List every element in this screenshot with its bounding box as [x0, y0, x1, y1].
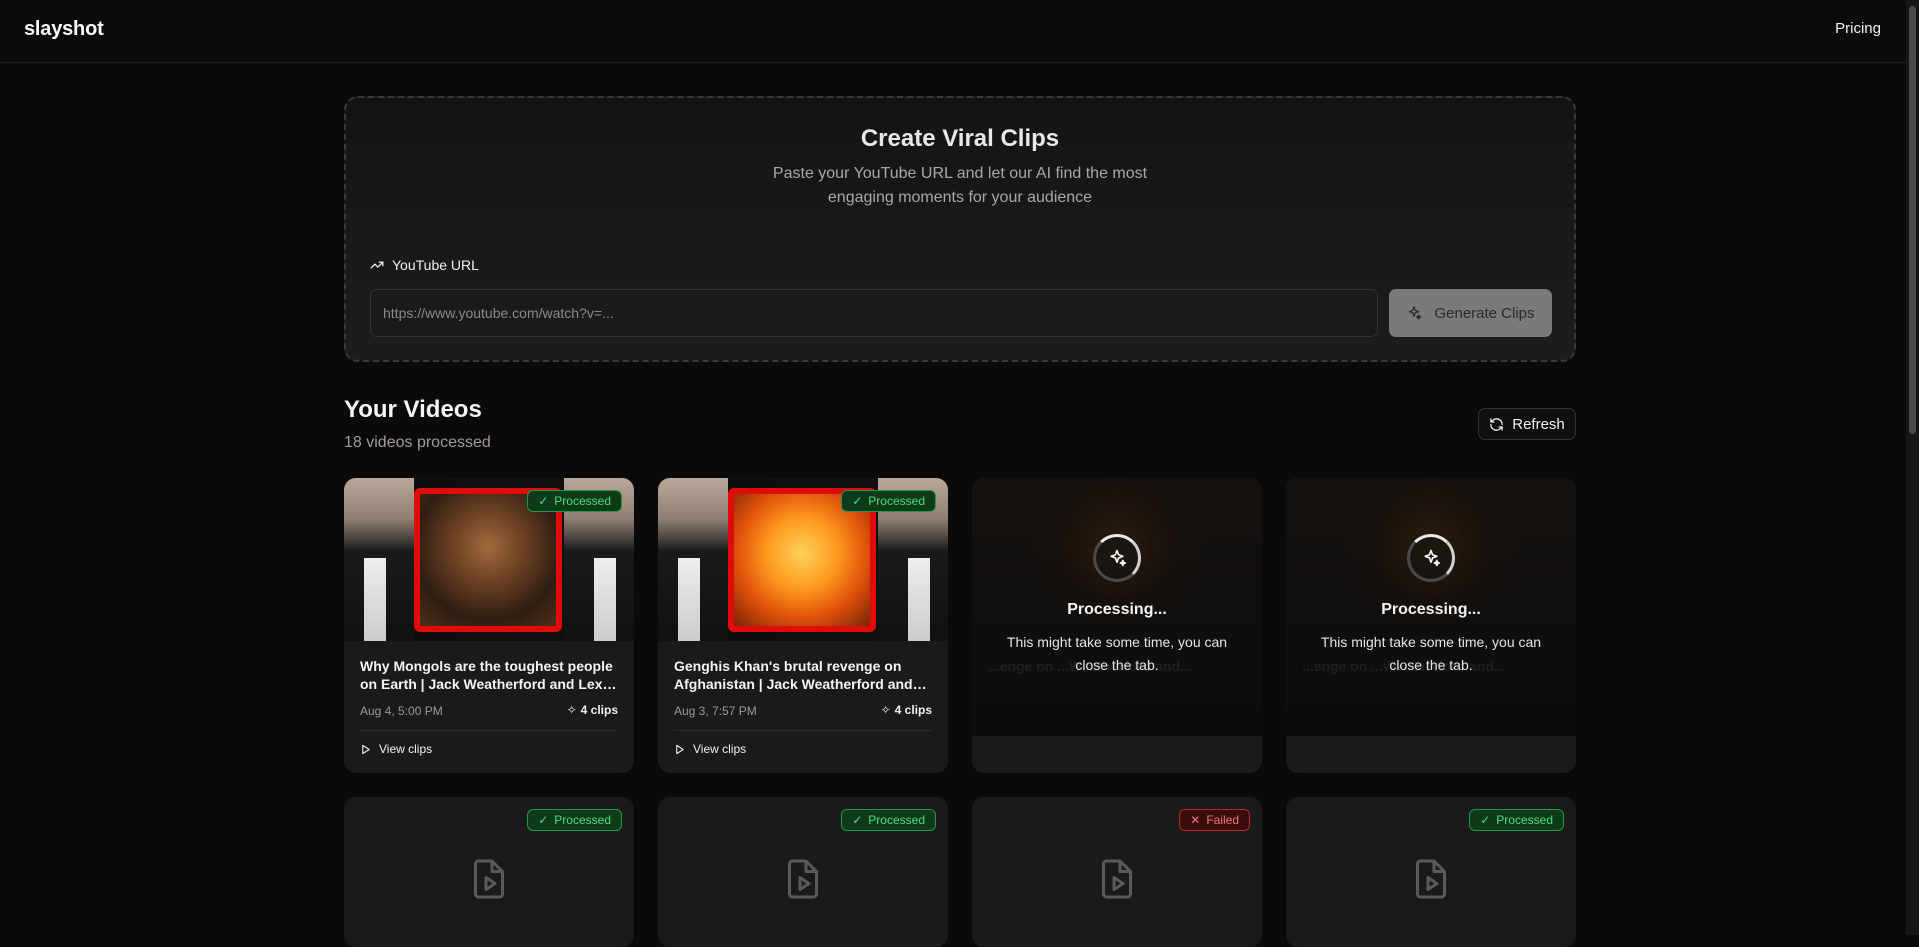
file-video-icon	[1102, 859, 1132, 899]
status-badge: ✓ Processed	[527, 490, 622, 512]
thumbnail-shirt-left	[678, 558, 700, 641]
video-card[interactable]: ✓ Processed Genghis Khan's brutal reveng…	[658, 478, 948, 773]
videos-count: 18 videos processed	[344, 434, 491, 451]
videos-grid: ✓ Processed Why Mongols are the toughest…	[344, 478, 1576, 947]
refresh-button[interactable]: Refresh	[1478, 408, 1576, 440]
processing-title: Processing...	[1381, 601, 1481, 618]
refresh-label: Refresh	[1512, 415, 1565, 433]
x-icon: ✕	[1190, 813, 1201, 827]
processing-title: Processing...	[1067, 601, 1167, 618]
video-date: Aug 3, 7:57 PM	[674, 704, 757, 718]
view-clips-button[interactable]: View clips	[360, 742, 432, 756]
check-icon: ✓	[538, 813, 549, 827]
create-clips-panel: Create Viral Clips Paste your YouTube UR…	[344, 96, 1576, 362]
video-card-processing: ...enge on ...Weatherford and... Process…	[1286, 478, 1576, 773]
clips-count: ✧ 4 clips	[567, 703, 618, 717]
page-scrollbar[interactable]	[1906, 0, 1919, 935]
hero-subtitle: Paste your YouTube URL and let our AI fi…	[772, 165, 1148, 206]
clips-count: ✧ 4 clips	[881, 703, 932, 717]
youtube-url-label-text: YouTube URL	[392, 257, 479, 273]
status-badge: ✓ Processed	[1469, 809, 1564, 831]
status-badge-label: Processed	[554, 813, 611, 827]
video-title: Genghis Khan's brutal revenge on Afghani…	[674, 658, 913, 692]
status-badge-label: Processed	[1496, 813, 1553, 827]
thumbnail-shirt-right	[594, 558, 616, 641]
view-clips-label: View clips	[379, 742, 433, 756]
video-card[interactable]: ✓ Processed	[344, 797, 634, 947]
play-icon	[362, 744, 370, 754]
sparkles-icon	[1409, 306, 1422, 320]
sparkles-icon: ✧	[880, 703, 891, 717]
clips-count-label: 4 clips	[894, 703, 932, 717]
view-clips-button[interactable]: View clips	[674, 742, 746, 756]
video-card[interactable]: ✓ Processed	[1286, 797, 1576, 947]
video-thumbnail[interactable]: ✓ Processed	[658, 478, 948, 641]
check-icon: ✓	[852, 813, 863, 827]
youtube-url-label: YouTube URL	[370, 257, 479, 273]
generate-clips-label: Generate Clips	[1434, 304, 1535, 322]
status-badge: ✓ Processed	[841, 809, 936, 831]
trending-up-icon	[370, 261, 384, 269]
video-title: Why Mongols are the toughest people on E…	[360, 658, 613, 692]
hero-title: Create Viral Clips	[860, 125, 1060, 152]
video-card[interactable]: ✓ Processed	[658, 797, 948, 947]
video-card[interactable]: ✕ Failed	[972, 797, 1262, 947]
status-badge-label: Failed	[1206, 813, 1239, 827]
file-video-icon	[474, 859, 504, 899]
thumbnail-shirt-left	[364, 558, 386, 641]
check-icon: ✓	[1480, 813, 1491, 827]
status-badge-label: Processed	[868, 813, 925, 827]
video-card-processing: ...enge on ...Weatherford and... Process…	[972, 478, 1262, 773]
main-content: Create Viral Clips Paste your YouTube UR…	[344, 96, 1576, 947]
clips-count-label: 4 clips	[580, 703, 618, 717]
app-logo[interactable]: slayshot	[24, 18, 104, 41]
videos-title: Your Videos	[344, 396, 482, 423]
processing-message: This might take some time, you can close…	[1006, 634, 1228, 673]
top-navbar: slayshot Pricing	[0, 0, 1906, 63]
file-video-icon	[1416, 859, 1446, 899]
status-badge: ✕ Failed	[1179, 809, 1250, 831]
videos-header: Your Videos 18 videos processed Refresh	[344, 396, 1576, 452]
generate-clips-button[interactable]: Generate Clips	[1389, 289, 1552, 337]
status-badge-label: Processed	[554, 494, 611, 508]
video-thumbnail[interactable]: ✓ Processed	[344, 478, 634, 641]
check-icon: ✓	[852, 494, 863, 508]
status-badge-label: Processed	[868, 494, 925, 508]
card-divider	[360, 730, 618, 731]
status-badge: ✓ Processed	[527, 809, 622, 831]
file-video-icon	[788, 859, 818, 899]
status-badge: ✓ Processed	[841, 490, 936, 512]
refresh-icon	[1490, 417, 1503, 431]
check-icon: ✓	[538, 494, 549, 508]
scrollbar-thumb[interactable]	[1909, 6, 1916, 434]
view-clips-label: View clips	[693, 742, 747, 756]
nav-pricing-link[interactable]: Pricing	[1835, 20, 1881, 37]
video-date: Aug 4, 5:00 PM	[360, 704, 443, 718]
sparkles-icon: ✧	[566, 703, 577, 717]
processing-message: This might take some time, you can close…	[1320, 634, 1542, 673]
youtube-url-input[interactable]	[370, 289, 1378, 337]
video-card[interactable]: ✓ Processed Why Mongols are the toughest…	[344, 478, 634, 773]
play-icon	[676, 744, 684, 754]
card-divider	[674, 730, 932, 731]
sparkles-icon	[1424, 549, 1441, 567]
thumbnail-shirt-right	[908, 558, 930, 641]
sparkles-icon	[1110, 549, 1127, 567]
